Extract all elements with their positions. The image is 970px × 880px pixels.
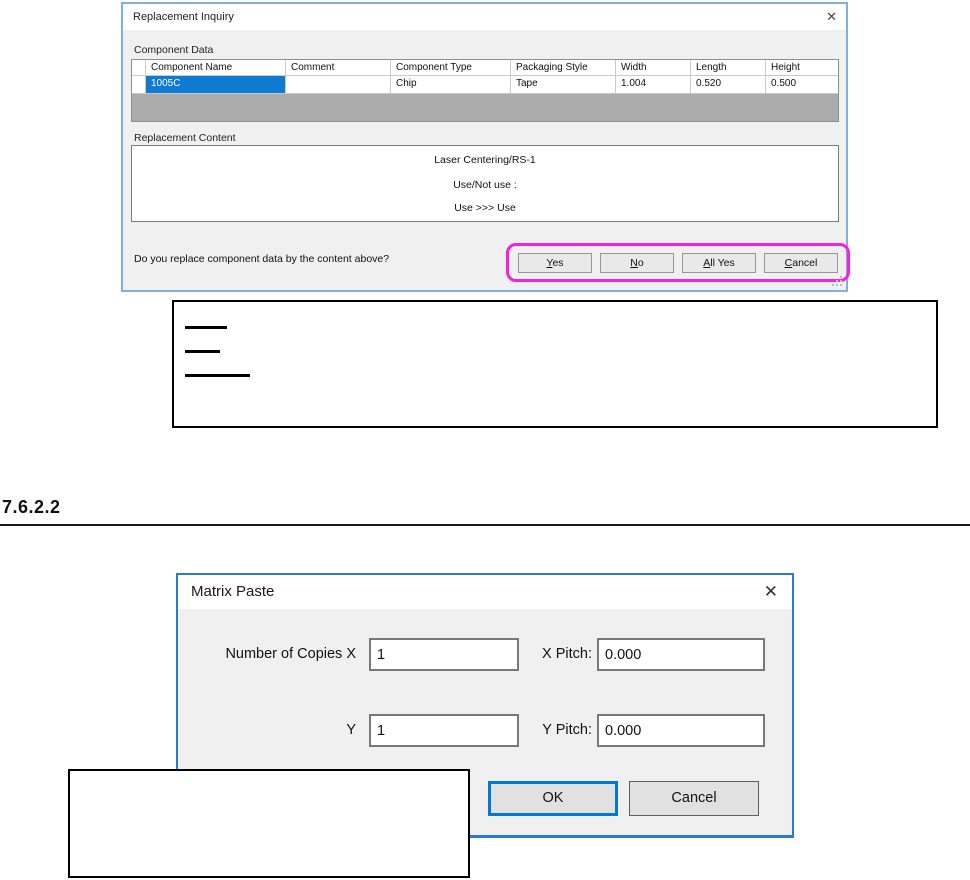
column-header-comment: Comment [286, 60, 391, 76]
column-header-length: Length [691, 60, 766, 76]
y-pitch-input[interactable] [597, 714, 765, 747]
column-header-height: Height [766, 60, 838, 76]
ok-button[interactable]: OK [488, 781, 618, 816]
component-data-table: Component Name Comment Component Type Pa… [131, 59, 839, 122]
x-pitch-label: X Pitch: [542, 646, 592, 662]
yes-button[interactable]: Yes [518, 252, 592, 273]
cell-width[interactable]: 1.004 [616, 76, 691, 94]
callout-box [172, 300, 938, 428]
copies-x-label: Number of Copies X [225, 646, 356, 662]
copies-y-input[interactable] [369, 714, 519, 747]
section-rule [0, 524, 970, 526]
close-icon[interactable]: ✕ [764, 582, 778, 602]
title-bar[interactable]: Replacement Inquiry ✕ [123, 4, 846, 30]
column-header-component-name: Component Name [146, 60, 286, 76]
copies-x-input[interactable] [369, 638, 519, 671]
section-heading: 7.6.2.2 [2, 497, 61, 517]
column-header-packaging-style: Packaging Style [511, 60, 616, 76]
dialog-title: Matrix Paste [191, 583, 275, 600]
component-data-label: Component Data [134, 44, 214, 56]
underline-mark [185, 350, 220, 353]
replacement-content-label: Replacement Content [134, 132, 236, 144]
y-pitch-label: Y Pitch: [542, 722, 592, 738]
close-icon[interactable]: ✕ [826, 9, 837, 25]
replacement-content-box: Laser Centering/RS-1 Use/Not use : Use >… [131, 145, 839, 222]
cell-component-type[interactable]: Chip [391, 76, 511, 94]
underline-mark [185, 374, 250, 377]
table-header-row: Component Name Comment Component Type Pa… [132, 60, 838, 76]
cell-height[interactable]: 0.500 [766, 76, 838, 94]
column-header-selector [132, 60, 146, 76]
manual-page: Replacement Inquiry ✕ Component Data Com… [0, 0, 970, 880]
magenta-highlight-annotation: Yes No All Yes Cancel [506, 243, 850, 282]
content-line: Use/Not use : [453, 179, 517, 191]
cell-length[interactable]: 0.520 [691, 76, 766, 94]
dialog-title: Replacement Inquiry [133, 11, 234, 23]
cell-component-name[interactable]: 1005C [146, 76, 286, 94]
replace-question-text: Do you replace component data by the con… [134, 253, 390, 265]
row-selector-cell[interactable] [132, 76, 146, 94]
all-yes-button[interactable]: All Yes [682, 252, 756, 273]
title-bar[interactable]: Matrix Paste ✕ [178, 575, 792, 609]
column-header-component-type: Component Type [391, 60, 511, 76]
cell-packaging-style[interactable]: Tape [511, 76, 616, 94]
cancel-button[interactable]: Cancel [764, 252, 838, 273]
x-pitch-input[interactable] [597, 638, 765, 671]
underline-mark [185, 326, 227, 329]
cell-comment[interactable] [286, 76, 391, 94]
cancel-button[interactable]: Cancel [629, 781, 759, 816]
resize-grip[interactable] [832, 276, 843, 287]
content-line: Laser Centering/RS-1 [434, 154, 536, 166]
table-row[interactable]: 1005C Chip Tape 1.004 0.520 0.500 [132, 76, 838, 94]
no-button[interactable]: No [600, 252, 674, 273]
column-header-width: Width [616, 60, 691, 76]
callout-box [68, 769, 470, 878]
content-line: Use >>> Use [454, 202, 516, 214]
copies-y-label: Y [346, 722, 356, 738]
replacement-inquiry-dialog: Replacement Inquiry ✕ Component Data Com… [121, 2, 850, 292]
